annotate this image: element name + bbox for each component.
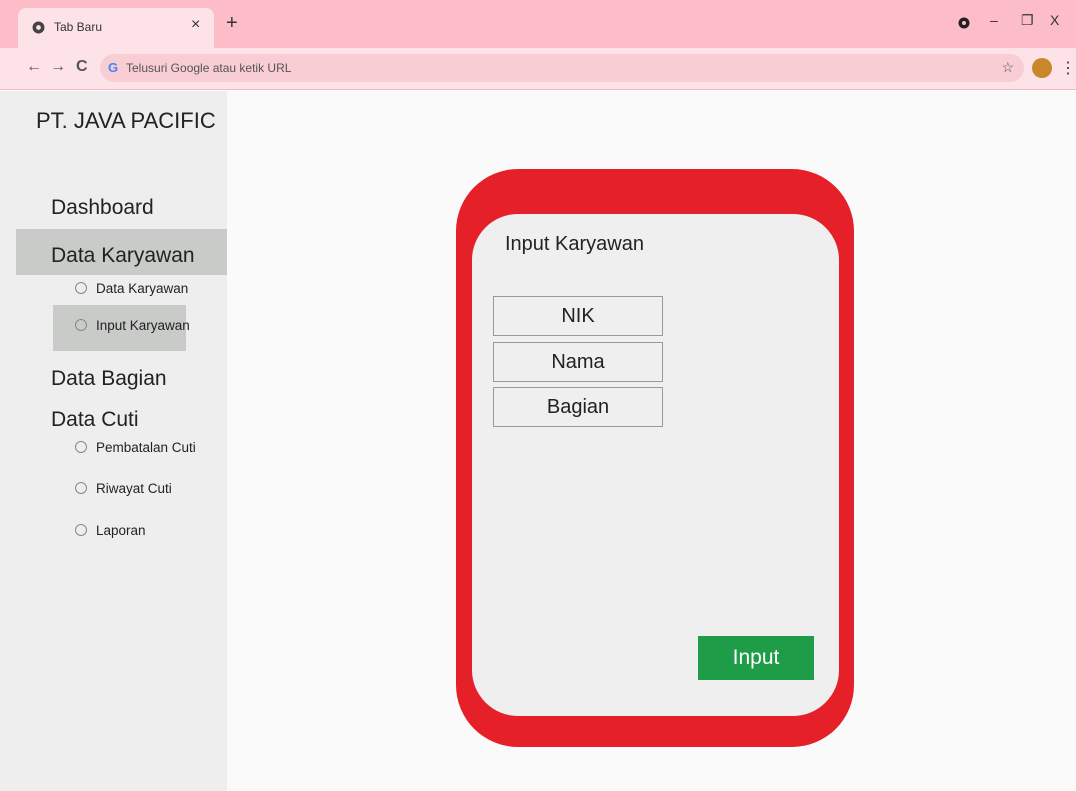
minimize-icon[interactable]: – <box>990 12 998 28</box>
radio-icon <box>75 282 87 294</box>
tab-title: Tab Baru <box>54 20 103 34</box>
close-window-icon[interactable]: X <box>1050 12 1059 28</box>
sidebar-item-data-cuti[interactable]: Data Cuti <box>51 408 139 432</box>
sidebar-subitem-label: Pembatalan Cuti <box>96 440 196 455</box>
sidebar-subitem-label: Riwayat Cuti <box>96 481 172 496</box>
nama-field[interactable]: Nama <box>493 342 663 382</box>
sidebar-subitem-input-karyawan[interactable]: Input Karyawan <box>75 318 190 333</box>
reload-icon[interactable]: C <box>76 58 88 76</box>
radio-icon <box>75 482 87 494</box>
sidebar-subitem-data-karyawan[interactable]: Data Karyawan <box>75 281 188 296</box>
sidebar-subitem-pembatalan-cuti[interactable]: Pembatalan Cuti <box>75 440 196 455</box>
browser-tab[interactable]: Tab Baru × <box>18 8 214 48</box>
sidebar-subitem-label: Laporan <box>96 523 146 538</box>
nik-field[interactable]: NIK <box>493 296 663 336</box>
sidebar-subitem-label: Input Karyawan <box>96 318 190 333</box>
restore-icon[interactable]: ❐ <box>1021 12 1034 29</box>
profile-indicator-icon[interactable] <box>958 17 970 29</box>
new-tab-icon[interactable]: + <box>226 13 238 33</box>
back-icon[interactable]: ← <box>26 58 42 76</box>
avatar[interactable] <box>1032 58 1052 78</box>
google-icon: G <box>108 60 119 75</box>
radio-icon <box>75 441 87 453</box>
chrome-favicon-icon <box>32 21 45 34</box>
sidebar-subitem-label: Data Karyawan <box>96 281 189 296</box>
browser-toolbar: ← → C G Telusuri Google atau ketik URL ☆… <box>0 48 1076 90</box>
input-submit-button[interactable]: Input <box>698 636 814 680</box>
company-name: PT. JAVA PACIFIC <box>36 108 216 133</box>
sidebar-item-data-bagian[interactable]: Data Bagian <box>51 367 167 391</box>
sidebar-item-dashboard[interactable]: Dashboard <box>51 196 154 220</box>
browser-menu-icon[interactable]: ⋮ <box>1060 58 1076 78</box>
browser-tab-bar: Tab Baru × + – ❐ X <box>0 0 1076 48</box>
address-bar[interactable]: G Telusuri Google atau ketik URL ☆ <box>100 54 1024 82</box>
sidebar-subitem-riwayat-cuti[interactable]: Riwayat Cuti <box>75 481 172 496</box>
sidebar-subitem-laporan[interactable]: Laporan <box>75 523 146 538</box>
forward-icon[interactable]: → <box>50 58 66 76</box>
tab-close-icon[interactable]: × <box>191 16 200 34</box>
radio-icon <box>75 319 87 331</box>
bookmark-star-icon[interactable]: ☆ <box>1001 59 1014 76</box>
radio-icon <box>75 524 87 536</box>
bagian-field[interactable]: Bagian <box>493 387 663 427</box>
address-bar-placeholder: Telusuri Google atau ketik URL <box>126 61 292 75</box>
sidebar-item-data-karyawan[interactable]: Data Karyawan <box>51 244 195 268</box>
form-title: Input Karyawan <box>505 233 644 255</box>
